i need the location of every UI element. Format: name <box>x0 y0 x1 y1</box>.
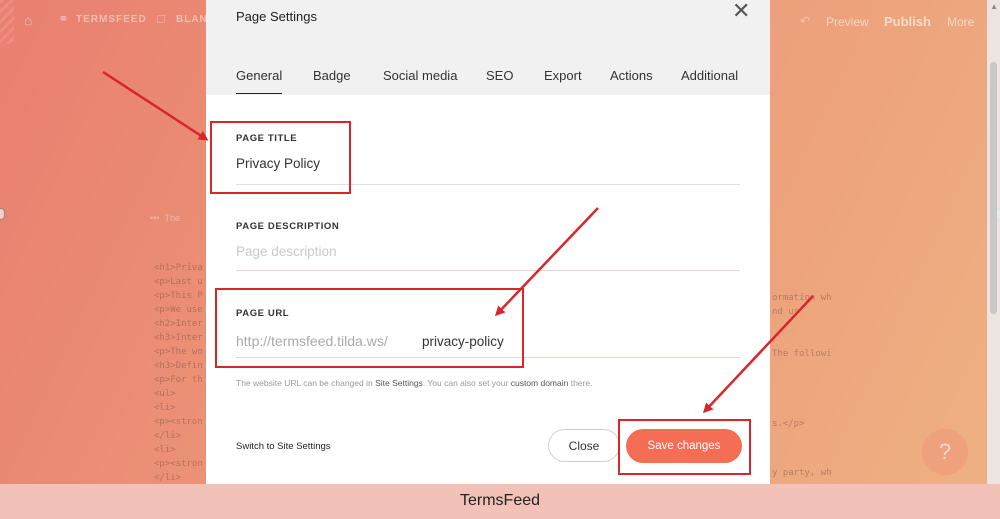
annotation-arrow <box>494 207 599 317</box>
annotation-arrow <box>702 295 814 414</box>
annotation-arrow <box>102 70 209 141</box>
annotation-arrows <box>102 70 814 414</box>
footer-brand: TermsFeed <box>459 492 541 509</box>
footer-bar: TermsFeed <box>0 484 1000 519</box>
